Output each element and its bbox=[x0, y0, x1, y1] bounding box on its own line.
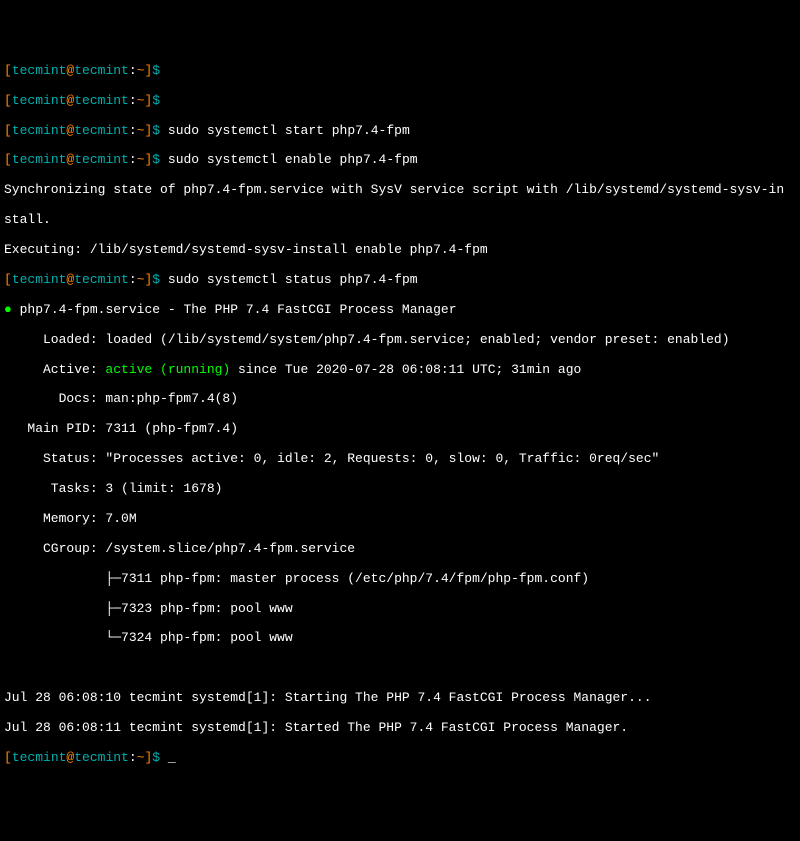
cgroup-line: CGroup: /system.slice/php7.4-fpm.service bbox=[4, 542, 796, 557]
active-state: active (running) bbox=[105, 362, 230, 377]
process-3: └─7324 php-fpm: pool www bbox=[4, 631, 796, 646]
log-line-1: Jul 28 06:08:10 tecmint systemd[1]: Star… bbox=[4, 691, 796, 706]
docs-line: Docs: man:php-fpm7.4(8) bbox=[4, 392, 796, 407]
current-prompt[interactable]: [tecmint@tecmint:~]$ _ bbox=[4, 751, 796, 766]
service-header: ● php7.4-fpm.service - The PHP 7.4 FastC… bbox=[4, 303, 796, 318]
memory-line: Memory: 7.0M bbox=[4, 512, 796, 527]
command-start: [tecmint@tecmint:~]$ sudo systemctl star… bbox=[4, 124, 796, 139]
command-enable: [tecmint@tecmint:~]$ sudo systemctl enab… bbox=[4, 153, 796, 168]
process-1: ├─7311 php-fpm: master process (/etc/php… bbox=[4, 572, 796, 587]
command-status: [tecmint@tecmint:~]$ sudo systemctl stat… bbox=[4, 273, 796, 288]
sync-output-2: stall. bbox=[4, 213, 796, 228]
prompt-line-2: [tecmint@tecmint:~]$ bbox=[4, 94, 796, 109]
cursor-icon: _ bbox=[160, 750, 176, 765]
prompt-line-1: [tecmint@tecmint:~]$ bbox=[4, 64, 796, 79]
loaded-line: Loaded: loaded (/lib/systemd/system/php7… bbox=[4, 333, 796, 348]
status-dot-icon: ● bbox=[4, 302, 12, 317]
command-text: sudo systemctl start php7.4-fpm bbox=[168, 123, 410, 138]
command-text: sudo systemctl enable php7.4-fpm bbox=[168, 152, 418, 167]
active-line: Active: active (running) since Tue 2020-… bbox=[4, 363, 796, 378]
blank-line bbox=[4, 661, 796, 676]
process-2: ├─7323 php-fpm: pool www bbox=[4, 602, 796, 617]
log-line-2: Jul 28 06:08:11 tecmint systemd[1]: Star… bbox=[4, 721, 796, 736]
command-text: sudo systemctl status php7.4-fpm bbox=[168, 272, 418, 287]
sync-output-1: Synchronizing state of php7.4-fpm.servic… bbox=[4, 183, 796, 198]
tasks-line: Tasks: 3 (limit: 1678) bbox=[4, 482, 796, 497]
pid-line: Main PID: 7311 (php-fpm7.4) bbox=[4, 422, 796, 437]
sync-output-3: Executing: /lib/systemd/systemd-sysv-ins… bbox=[4, 243, 796, 258]
status-processes-line: Status: "Processes active: 0, idle: 2, R… bbox=[4, 452, 796, 467]
